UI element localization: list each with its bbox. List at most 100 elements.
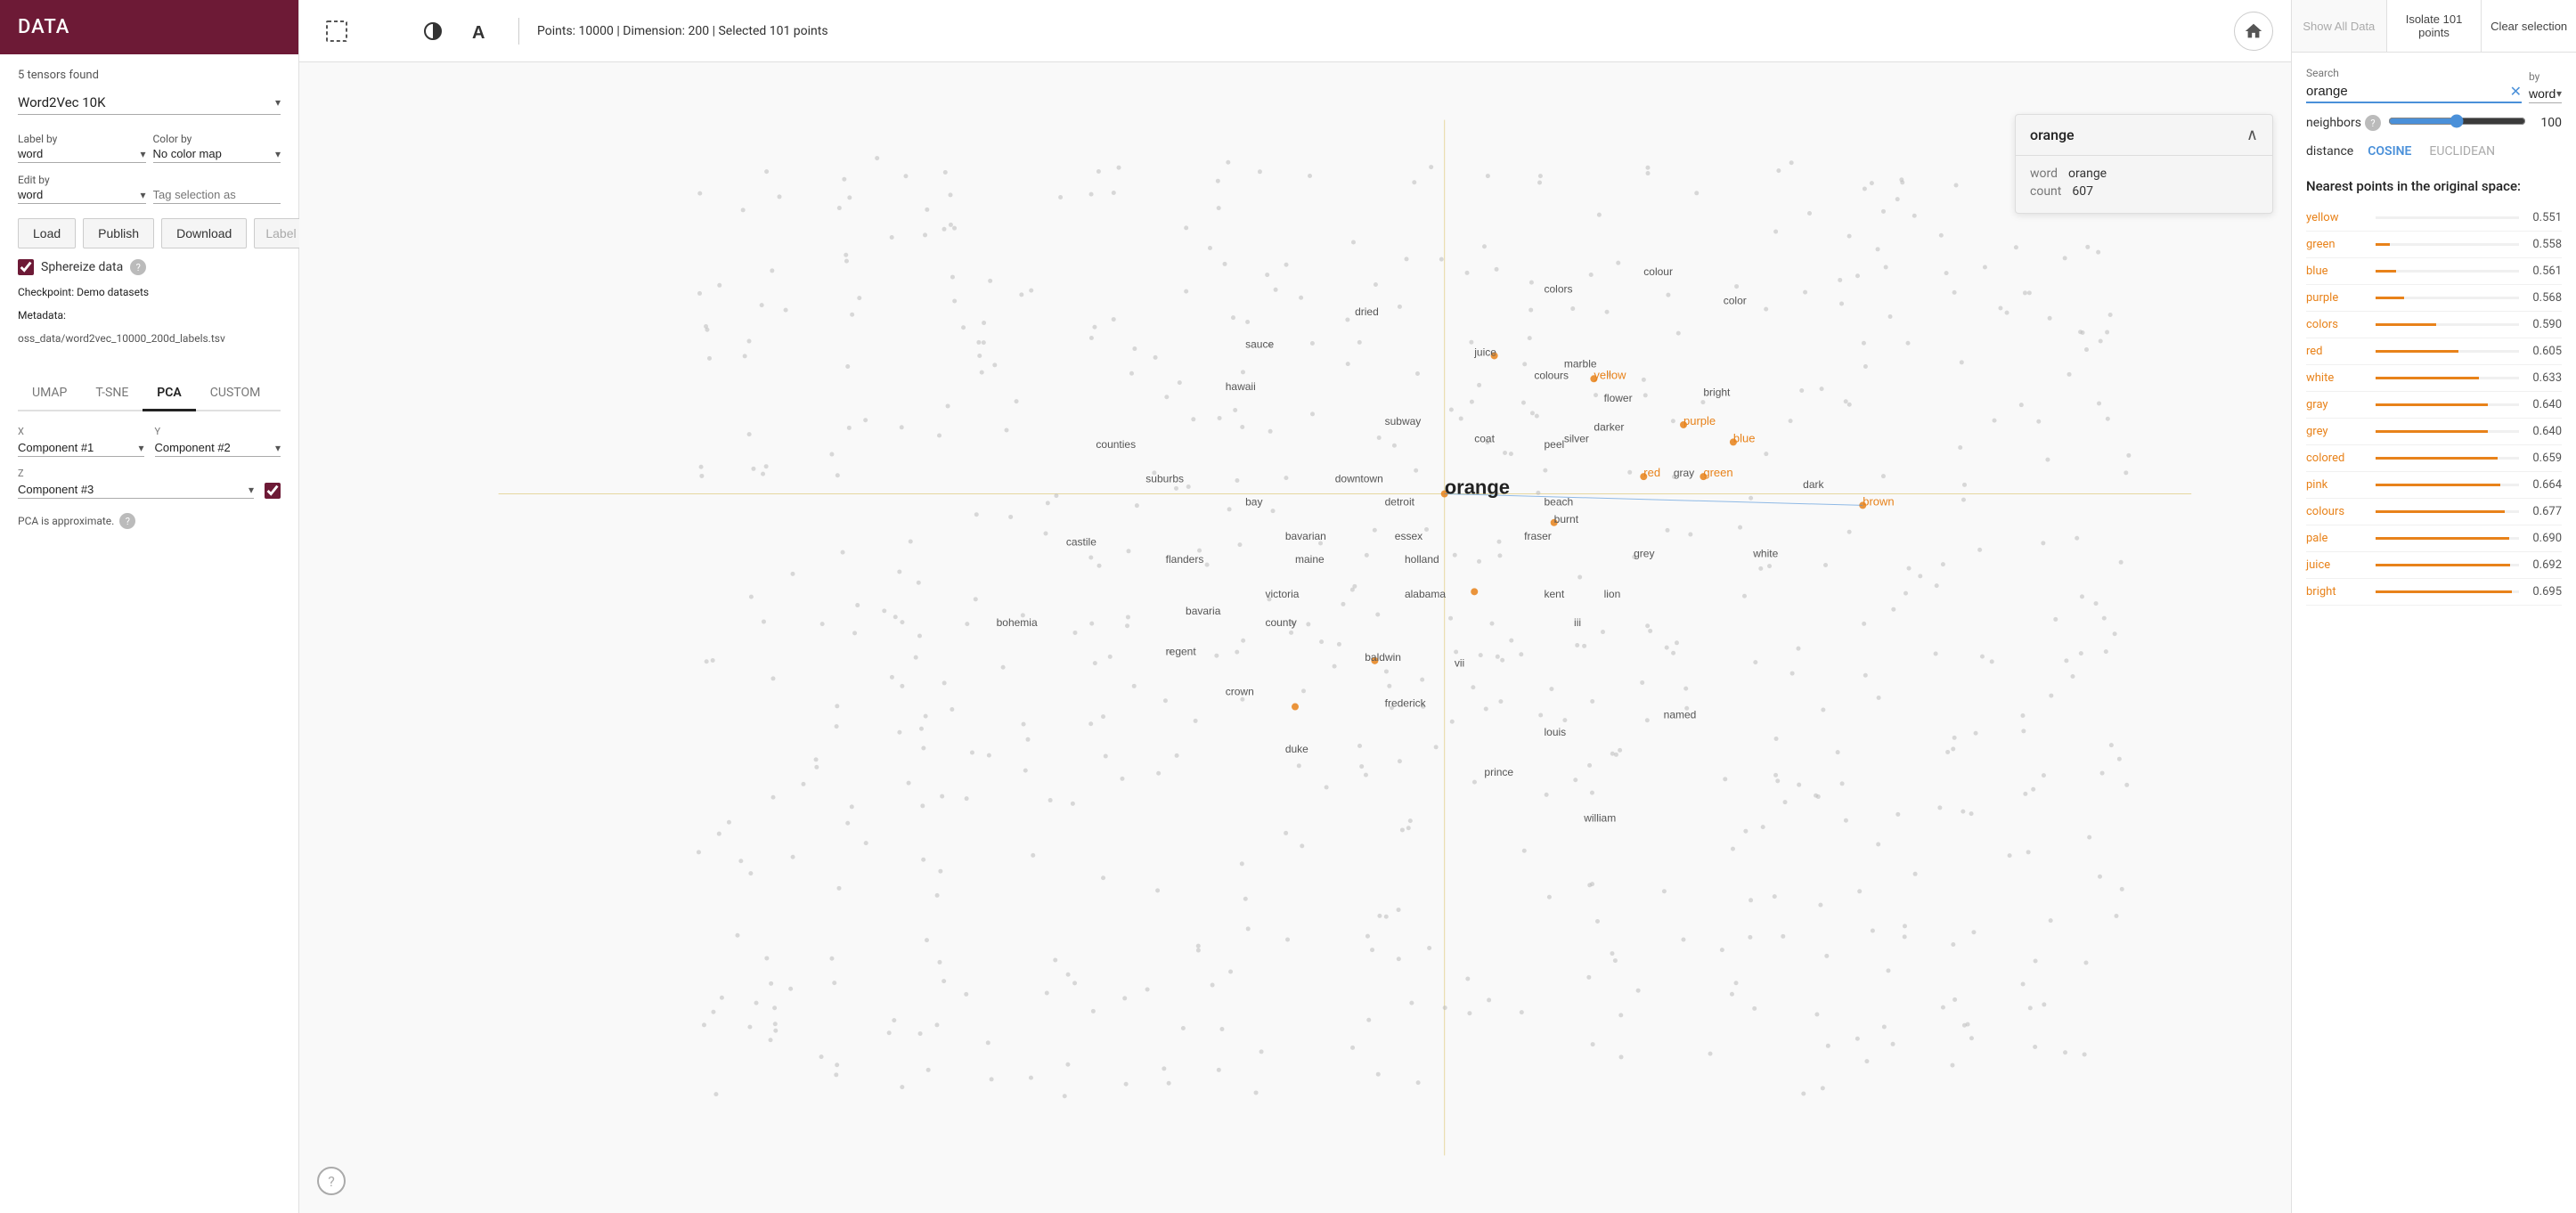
word-label[interactable]: white [1752, 548, 1778, 560]
word-label[interactable]: silver [1564, 432, 1589, 444]
nearest-item[interactable]: colored 0.659 [2306, 445, 2562, 472]
tab-custom[interactable]: CUSTOM [196, 377, 275, 411]
nearest-word[interactable]: blue [2306, 265, 2368, 278]
word-label[interactable]: william [1583, 812, 1616, 825]
word-label[interactable]: burnt [1554, 513, 1579, 525]
word-label[interactable]: hawaii [1226, 380, 1256, 393]
word-label[interactable]: downtown [1335, 473, 1383, 485]
nearest-word[interactable]: bright [2306, 585, 2368, 598]
word-label[interactable]: red [1643, 466, 1660, 479]
nearest-word[interactable]: colours [2306, 505, 2368, 518]
nearest-item[interactable]: colours 0.677 [2306, 499, 2562, 525]
nearest-item[interactable]: pink 0.664 [2306, 472, 2562, 499]
word-label[interactable]: castile [1066, 536, 1096, 549]
word-label[interactable]: baldwin [1365, 651, 1401, 663]
show-all-button[interactable]: Show All Data [2292, 0, 2387, 52]
sphereize-checkbox[interactable] [18, 259, 34, 275]
z-component-select[interactable]: Component #3 [18, 483, 249, 496]
word-label[interactable]: colour [1643, 265, 1673, 278]
word-label[interactable]: coat [1474, 432, 1495, 444]
tab-tsne[interactable]: T-SNE [81, 377, 143, 411]
word-label[interactable]: sauce [1245, 338, 1274, 350]
nearest-item[interactable]: pale 0.690 [2306, 525, 2562, 552]
word-label[interactable]: county [1265, 616, 1296, 629]
pca-help-icon[interactable]: ? [119, 513, 135, 529]
word-label[interactable]: blue [1733, 431, 1756, 444]
nearest-item[interactable]: red 0.605 [2306, 338, 2562, 365]
nearest-word[interactable]: pink [2306, 478, 2368, 492]
word-label[interactable]: detroit [1385, 495, 1415, 508]
word-label[interactable]: orange [1445, 476, 1510, 499]
word-label[interactable]: dark [1803, 478, 1824, 491]
word-label[interactable]: subway [1385, 415, 1422, 427]
isolate-button[interactable]: Isolate 101 points [2387, 0, 2482, 52]
word-label[interactable]: peel [1545, 438, 1565, 451]
tab-pca[interactable]: PCA [143, 377, 195, 411]
z-checkbox[interactable] [265, 483, 281, 499]
label-by-select[interactable]: word [18, 147, 140, 160]
home-icon[interactable] [2234, 12, 2273, 51]
contrast-icon[interactable] [413, 12, 452, 51]
nearest-word[interactable]: green [2306, 238, 2368, 251]
nearest-item[interactable]: yellow 0.551 [2306, 205, 2562, 232]
night-mode-icon[interactable] [365, 12, 404, 51]
word-label[interactable]: lion [1604, 588, 1621, 600]
nearest-word[interactable]: pale [2306, 532, 2368, 545]
nearest-word[interactable]: colors [2306, 318, 2368, 331]
word-label[interactable]: bay [1245, 495, 1262, 508]
word-label[interactable]: iii [1574, 616, 1581, 629]
word-label[interactable]: duke [1285, 743, 1308, 755]
word-label[interactable]: regent [1166, 645, 1197, 657]
word-label[interactable]: bohemia [997, 616, 1038, 629]
word-label[interactable]: vii [1455, 656, 1464, 669]
tab-umap[interactable]: UMAP [18, 377, 81, 411]
cosine-option[interactable]: COSINE [2364, 142, 2415, 160]
sphereize-help-icon[interactable]: ? [130, 259, 146, 275]
nearest-item[interactable]: grey 0.640 [2306, 419, 2562, 445]
select-rect-icon[interactable] [317, 12, 356, 51]
word-label[interactable]: bavarian [1285, 530, 1326, 542]
nearest-word[interactable]: gray [2306, 398, 2368, 411]
word-label[interactable]: louis [1545, 726, 1567, 738]
word-label[interactable]: brown [1863, 494, 1894, 508]
word-label[interactable]: bavaria [1186, 605, 1221, 617]
word-label[interactable]: prince [1484, 766, 1513, 778]
neighbors-slider[interactable] [2388, 114, 2526, 128]
clear-selection-button[interactable]: Clear selection [2482, 0, 2576, 52]
search-clear-icon[interactable]: ✕ [2510, 83, 2522, 100]
euclidean-option[interactable]: EUCLIDEAN [2425, 142, 2499, 160]
word-label[interactable]: juice [1473, 346, 1496, 358]
nearest-word[interactable]: red [2306, 345, 2368, 358]
tensor-select-value[interactable]: Word2Vec 10K [18, 94, 275, 110]
nearest-item[interactable]: blue 0.561 [2306, 258, 2562, 285]
nearest-word[interactable]: colored [2306, 452, 2368, 465]
word-label[interactable]: flanders [1166, 553, 1204, 566]
color-by-select[interactable]: No color map [153, 147, 275, 160]
word-label[interactable]: grey [1634, 548, 1654, 560]
word-label[interactable]: darker [1594, 420, 1624, 433]
load-button[interactable]: Load [18, 218, 76, 248]
nearest-item[interactable]: white 0.633 [2306, 365, 2562, 392]
word-label[interactable]: holland [1405, 553, 1439, 566]
word-label[interactable]: colors [1545, 282, 1573, 295]
word-label[interactable]: counties [1096, 438, 1136, 451]
word-label[interactable]: suburbs [1145, 473, 1184, 485]
word-label[interactable]: gray [1674, 467, 1694, 479]
tag-selection-input[interactable] [153, 188, 281, 204]
nearest-word[interactable]: yellow [2306, 211, 2368, 224]
y-component-select[interactable]: Component #2 [155, 441, 275, 454]
word-label[interactable]: fraser [1524, 530, 1552, 542]
nearest-item[interactable]: colors 0.590 [2306, 312, 2562, 338]
tensor-select-row[interactable]: Word2Vec 10K ▾ [18, 94, 281, 115]
word-label[interactable]: marble [1564, 357, 1597, 370]
word-label[interactable]: frederick [1385, 697, 1427, 710]
nearest-item[interactable]: bright 0.695 [2306, 579, 2562, 606]
word-label[interactable]: flower [1604, 392, 1633, 404]
nearest-word[interactable]: white [2306, 371, 2368, 385]
word-label[interactable]: alabama [1405, 588, 1446, 600]
nearest-item[interactable]: purple 0.568 [2306, 285, 2562, 312]
download-button[interactable]: Download [161, 218, 247, 248]
word-label[interactable]: yellow [1594, 368, 1626, 381]
word-label[interactable]: color [1724, 294, 1747, 306]
word-label[interactable]: beach [1545, 495, 1574, 508]
